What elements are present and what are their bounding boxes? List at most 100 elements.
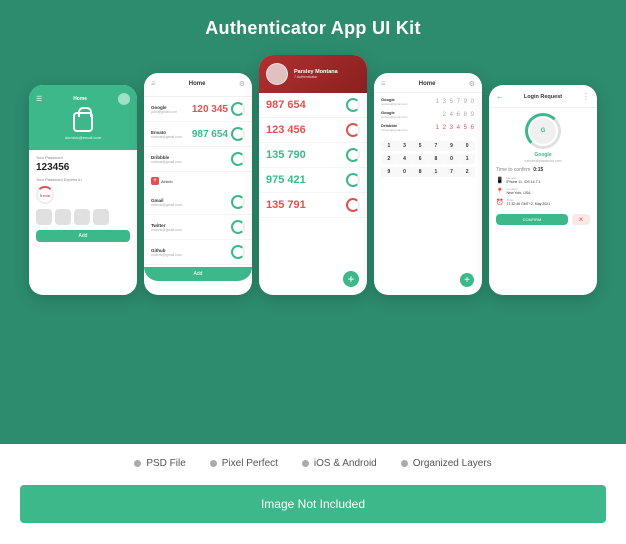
feature-pixel: Pixel Perfect <box>210 458 278 469</box>
action-dot: + <box>151 177 159 185</box>
main-container: Authenticator App UI Kit ☰ Home dominic@… <box>0 0 626 544</box>
phone-4-title: Home <box>419 81 436 87</box>
top-section: Authenticator App UI Kit ☰ Home dominic@… <box>0 0 626 444</box>
pin-key[interactable]: 8 <box>428 154 444 164</box>
add-fab-button[interactable]: + <box>460 273 474 287</box>
expires-label: Your Password Expires In <box>36 177 130 182</box>
list-item: 123 456 <box>259 118 367 143</box>
feature-label: Organized Layers <box>413 458 492 469</box>
timer-circle: 5 min <box>36 186 54 204</box>
progress-circle <box>231 245 245 259</box>
settings-icon: ⚙ <box>239 80 245 88</box>
phone-3-header: Parsley Montana 7 Authenticator <box>259 55 367 93</box>
progress-circle <box>231 152 245 166</box>
timer-text: 5 min <box>40 193 50 198</box>
progress-circle <box>231 220 245 234</box>
phone-4-header: ☰ Home ⚙ <box>374 73 482 93</box>
pin-key[interactable]: 0 <box>444 154 460 164</box>
phone-5: ← Login Request ⋮ G Google nassim@passwo… <box>489 85 597 295</box>
progress-circle <box>231 195 245 209</box>
list-item: Envato notions@gmail.com 987 654 <box>144 122 252 147</box>
time-icon: ⏰ <box>496 199 503 206</box>
pin-key[interactable]: 9 <box>444 141 460 151</box>
pin-key[interactable]: 0 <box>397 167 413 177</box>
phone-3: Parsley Montana 7 Authenticator 987 654 … <box>259 55 367 295</box>
pin-key[interactable]: 4 <box>397 154 413 164</box>
service-email: nassim@password.com <box>489 159 597 163</box>
avatar-item <box>55 209 71 225</box>
list-item: Dribbblenotions@gmail.com 1 2 3 4 5 6 <box>381 123 475 132</box>
main-title: Authenticator App UI Kit <box>205 18 421 39</box>
feature-layers: Organized Layers <box>401 458 492 469</box>
more-icon[interactable]: ⋮ <box>582 92 590 101</box>
pin-key[interactable]: 1 <box>381 141 397 151</box>
pin-key[interactable]: 6 <box>412 154 428 164</box>
avatar-item <box>36 209 52 225</box>
phone-1: ☰ Home dominic@email.com Your Password 1… <box>29 85 137 295</box>
phone-4: ☰ Home ⚙ Googlenotions@gmail.com 1 3 5 7… <box>374 73 482 295</box>
password-value: 123456 <box>36 162 130 173</box>
list-item: 135 790 <box>259 143 367 168</box>
pin-key[interactable]: 0 <box>459 141 475 151</box>
feature-psd: PSD File <box>134 458 185 469</box>
add-button[interactable]: Add <box>36 230 130 242</box>
avatar-item <box>93 209 109 225</box>
phone-5-header: ← Login Request ⋮ <box>489 85 597 108</box>
list-item: Twitter notions@gmail.com <box>144 215 252 240</box>
menu-icon: ☰ <box>151 81 155 87</box>
deny-button[interactable]: × <box>572 214 590 225</box>
list-item: 975 421 <box>259 168 367 193</box>
add-fab-button[interactable]: + <box>343 271 359 287</box>
service-name: Google <box>489 152 597 158</box>
pin-key[interactable]: 1 <box>459 154 475 164</box>
timer-value: 0:15 <box>533 167 543 173</box>
feature-dot <box>401 460 408 467</box>
time-value: 17:32:46 GMT+2, May 2021 <box>506 202 550 206</box>
pin-key[interactable]: 9 <box>381 167 397 177</box>
pin-key[interactable]: 2 <box>381 154 397 164</box>
pin-key[interactable]: 8 <box>412 167 428 177</box>
back-icon[interactable]: ← <box>496 92 504 101</box>
settings-icon: ⚙ <box>469 80 475 88</box>
device-icon: 📱 <box>496 177 503 184</box>
list-item: Github notions@gmail.com <box>144 240 252 265</box>
phone-2-title: Home <box>189 81 206 87</box>
phone-1-email: dominic@email.com <box>65 135 101 140</box>
feature-label: Pixel Perfect <box>222 458 278 469</box>
feature-dot <box>302 460 309 467</box>
feature-dot <box>134 460 141 467</box>
pin-pad: 1 3 5 7 9 0 2 4 6 8 0 1 <box>374 138 482 183</box>
confirm-button[interactable]: CONFIRM <box>496 214 568 225</box>
list-item: Gmail notions@gmail.com <box>144 190 252 215</box>
pin-key[interactable]: 1 <box>428 167 444 177</box>
avatar <box>266 63 288 85</box>
menu-icon: ☰ <box>36 95 42 103</box>
phone-2-header: ☰ Home ⚙ <box>144 73 252 97</box>
progress-circle <box>346 98 360 112</box>
password-label: Your Password <box>36 155 130 160</box>
feature-label: iOS & Android <box>314 458 377 469</box>
progress-ring: G <box>525 113 561 149</box>
phone-2: ☰ Home ⚙ Google john@gmail.com 120 345 <box>144 73 252 295</box>
list-item: Google john@gmail.com 120 345 <box>144 97 252 122</box>
footer-message: Image Not Included <box>20 485 606 523</box>
list-item: Googlenotions@gmail.com 2 4 6 8 9 <box>381 110 475 119</box>
deny-icon: × <box>579 215 584 224</box>
add-button[interactable]: Add <box>144 267 252 281</box>
pin-key[interactable]: 7 <box>444 167 460 177</box>
pin-key[interactable]: 3 <box>397 141 413 151</box>
avatar-item <box>74 209 90 225</box>
phones-row: ☰ Home dominic@email.com Your Password 1… <box>19 55 607 295</box>
location-value: New York, USA <box>506 191 530 195</box>
list-item: 987 654 <box>259 93 367 118</box>
pin-key[interactable]: 7 <box>428 141 444 151</box>
features-row: PSD File Pixel Perfect iOS & Android Org… <box>20 458 606 469</box>
progress-circle <box>231 127 245 141</box>
feature-dot <box>210 460 217 467</box>
menu-icon: ☰ <box>381 81 385 87</box>
pin-key[interactable]: 2 <box>459 167 475 177</box>
list-item: 135 791 <box>259 193 367 218</box>
progress-circle <box>231 102 245 116</box>
pin-key[interactable]: 5 <box>412 141 428 151</box>
feature-ios: iOS & Android <box>302 458 377 469</box>
